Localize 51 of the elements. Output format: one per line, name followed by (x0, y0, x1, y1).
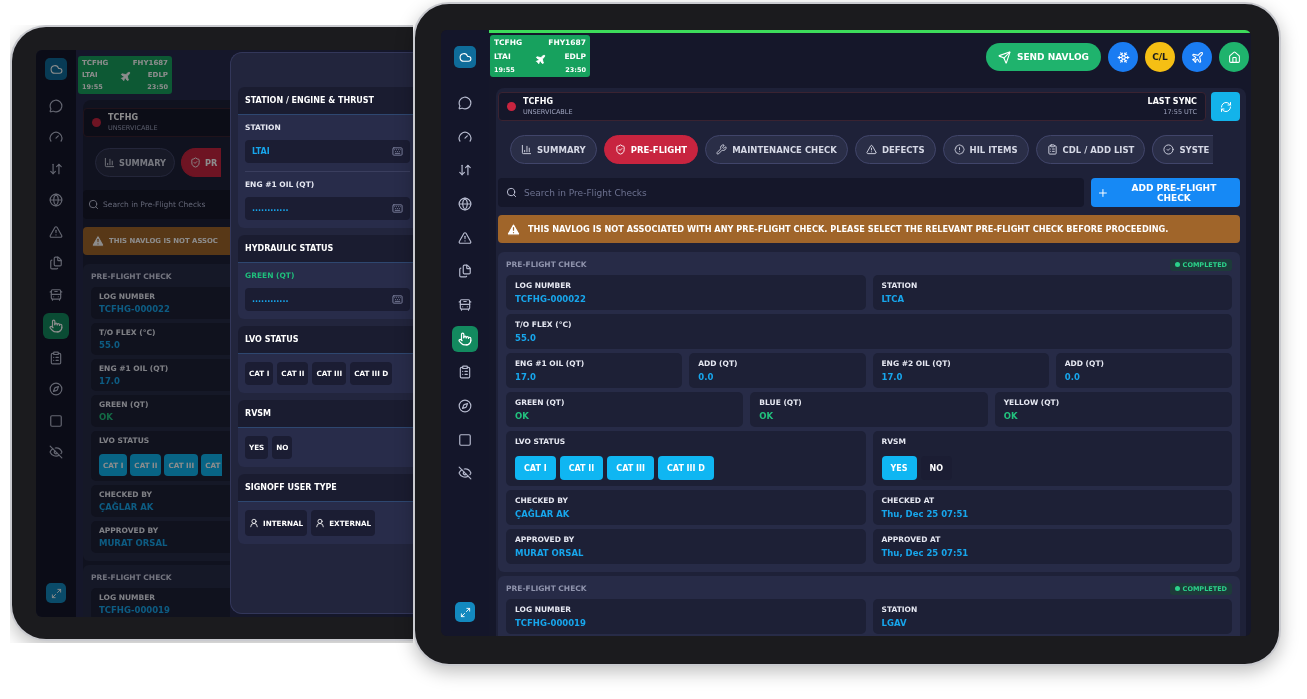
field-value: Thu, Dec 25 07:51 (881, 509, 970, 519)
section-title: HYDRAULIC STATUS (245, 244, 334, 253)
field-value: ÇAĞLAR AK (99, 502, 155, 512)
field-value: TCFHG-000019 (515, 618, 587, 628)
search-input[interactable]: Search in Pre-Flight Checks (524, 187, 1076, 198)
field-value: 17.0 (99, 376, 121, 386)
input-field[interactable]: ............ (245, 197, 410, 220)
input-field[interactable]: LTAI (245, 140, 410, 163)
last-sync-label: LAST SYNC (1147, 97, 1197, 106)
field-value: OK (1003, 411, 1019, 421)
field-value: MURAT ORSAL (99, 538, 169, 548)
field-value: OK (759, 411, 775, 421)
text-input[interactable]: LTAI (252, 147, 392, 156)
tab[interactable]: SYSTE (1152, 135, 1214, 164)
tab[interactable]: CDL / ADD LIST (1035, 135, 1146, 164)
field-value: ÇAĞLAR AK (515, 509, 571, 519)
field-value: OK (515, 411, 530, 421)
tab[interactable]: PRE-FLIGHT (603, 135, 699, 164)
search-field[interactable]: Search in Pre-Flight Checks (498, 178, 1084, 207)
section-title: STATION / ENGINE & THRUST (245, 96, 375, 105)
tab[interactable]: PR (180, 148, 222, 177)
tab[interactable]: MAINTENANCE CHECK (705, 135, 848, 164)
field-value: 55.0 (515, 333, 537, 343)
field-value: TCFHG-000022 (99, 304, 171, 314)
registration-text: TCFHG (523, 97, 555, 106)
field-value: TCFHG-000019 (99, 605, 171, 615)
add-check-button[interactable]: ADD PRE-FLIGHT CHECK (1091, 178, 1240, 207)
field-value: LGAV (881, 618, 908, 628)
tab[interactable]: HIL ITEMS (942, 135, 1029, 164)
section-title: LVO STATUS (245, 335, 299, 344)
tab[interactable]: SUMMARY (510, 135, 597, 164)
field-value: MURAT ORSAL (515, 548, 585, 558)
field-value: 0.0 (698, 372, 715, 382)
warning-text: THIS NAVLOG IS NOT ASSOCIATED WITH ANY PRE-FLIGHT CHECK. PLEASE SELECT THE RELEVANT PRE-FLIGHT CHECK BEFORE PROCEEDING. (528, 224, 1169, 234)
field-value: LTCA (881, 294, 906, 304)
field-value: OK (99, 412, 114, 422)
field-value: 0.0 (1064, 372, 1081, 382)
registration-text: TCFHG (108, 113, 140, 122)
field-value: 17.0 (881, 372, 904, 382)
field-value: 55.0 (99, 340, 121, 350)
field-value: TCFHG-000022 (515, 294, 587, 304)
text-input[interactable]: ............ (252, 295, 392, 304)
section-title: SIGNOFF USER TYPE (245, 483, 337, 492)
checklist-button[interactable]: C/L (1145, 42, 1175, 72)
section-title: RVSM (245, 409, 272, 418)
field-value: Thu, Dec 25 07:51 (881, 548, 970, 558)
input-field[interactable]: ............ (245, 288, 410, 311)
tab[interactable]: SUMMARY (95, 148, 175, 177)
text-input[interactable]: ............ (252, 204, 392, 213)
field-value: 17.0 (515, 372, 537, 382)
tab[interactable]: DEFECTS (854, 135, 936, 164)
